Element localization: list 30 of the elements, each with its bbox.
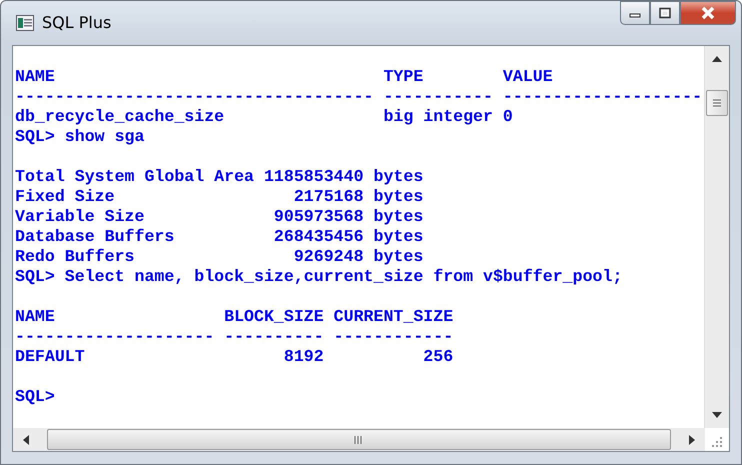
- console-line: Redo Buffers 9269248 bytes: [15, 247, 424, 267]
- console-line: NAME BLOCK_SIZE CURRENT_SIZE: [15, 307, 454, 327]
- console-line: NAME TYPE VALUE: [15, 67, 553, 87]
- console-line: SQL> Select name, block_size,current_size from v$buffer_pool;: [15, 267, 622, 287]
- console-line: Variable Size 905973568 bytes: [15, 207, 424, 227]
- horizontal-scrollbar[interactable]: [13, 428, 705, 451]
- close-icon: [700, 6, 716, 20]
- console-line: -------------------- ---------- ------------: [15, 327, 454, 347]
- scroll-thumb[interactable]: [706, 90, 728, 116]
- maximize-button[interactable]: [650, 1, 680, 25]
- resize-grip-icon[interactable]: [711, 436, 723, 448]
- console-line: db_recycle_cache_size big integer 0: [15, 107, 513, 127]
- console-line: Database Buffers 268435456 bytes: [15, 227, 424, 247]
- scroll-left-icon[interactable]: [23, 434, 29, 444]
- scroll-up-icon[interactable]: [712, 56, 722, 62]
- scroll-right-icon[interactable]: [689, 434, 695, 444]
- minimize-button[interactable]: [620, 1, 650, 25]
- console-line: Fixed Size 2175168 bytes: [15, 187, 424, 207]
- console-line: SQL> show sga: [15, 127, 144, 147]
- console-line: DEFAULT 8192 256: [15, 347, 454, 367]
- scroll-thumb[interactable]: [47, 429, 671, 450]
- vertical-scrollbar[interactable]: [704, 46, 729, 428]
- console-line: Total System Global Area 1185853440 bytes: [15, 167, 424, 187]
- maximize-icon: [658, 7, 672, 19]
- console-line: ------------------------------------ ----------- --------------------: [15, 87, 702, 107]
- close-button[interactable]: [680, 1, 736, 25]
- scroll-down-icon[interactable]: [712, 412, 722, 418]
- app-icon: [16, 15, 34, 31]
- window-title: SQL Plus: [42, 13, 112, 32]
- console-line: SQL>: [15, 387, 55, 407]
